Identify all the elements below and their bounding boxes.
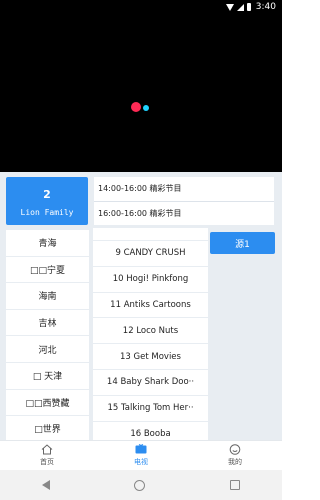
province-item[interactable]: □□西赞藏: [6, 389, 89, 416]
province-list[interactable]: 青海 □□宁夏 海南 吉林 河北 □ 天津 □□西赞藏 □世界: [6, 230, 89, 440]
tv-icon: [135, 444, 147, 454]
recent-apps-icon[interactable]: [229, 480, 240, 490]
province-item[interactable]: 青海: [6, 230, 89, 256]
epg-time: 14:00-16:00: [98, 184, 147, 193]
program-item[interactable]: 9 CANDY CRUSH: [93, 241, 208, 266]
wifi-icon: [225, 3, 234, 11]
tab-mine[interactable]: 我的: [188, 441, 282, 470]
epg-row: 16:00-16:00 精彩节目: [94, 201, 274, 225]
tab-tv[interactable]: 电视: [94, 441, 188, 470]
program-item[interactable]: [93, 228, 208, 240]
epg-list: 14:00-16:00 精彩节目 16:00-16:00 精彩节目: [94, 177, 274, 225]
province-item[interactable]: □□宁夏: [6, 256, 89, 283]
tab-mine-label: 我的: [228, 458, 242, 466]
tab-home[interactable]: 首页: [0, 441, 94, 470]
epg-title: 精彩节目: [149, 184, 182, 193]
program-item[interactable]: 12 Loco Nuts: [93, 318, 208, 344]
tab-home-label: 首页: [40, 458, 54, 466]
program-item[interactable]: 13 Get Movies: [93, 344, 208, 369]
program-item[interactable]: 16 Booba: [93, 421, 208, 440]
tab-tv-label: 电视: [134, 458, 148, 466]
status-bar: 3:40: [0, 0, 282, 14]
program-item[interactable]: 10 Hogi! Pinkfong: [93, 266, 208, 292]
epg-title: 精彩节目: [149, 209, 182, 218]
home-icon: [41, 444, 53, 455]
loading-dot-cyan-icon: [143, 105, 149, 111]
bottom-tab-bar: 首页 电视 我的: [0, 440, 282, 470]
smile-icon: [229, 444, 241, 455]
back-icon[interactable]: [42, 480, 51, 490]
epg-time: 16:00-16:00: [98, 209, 147, 218]
province-item[interactable]: □世界: [6, 416, 89, 440]
province-item[interactable]: 吉林: [6, 309, 89, 336]
province-item[interactable]: 河北: [6, 336, 89, 362]
system-nav-bar: [0, 470, 282, 500]
epg-row: 14:00-16:00 精彩节目: [94, 177, 274, 201]
status-time: 3:40: [255, 2, 276, 12]
current-channel-card[interactable]: 2 Lion Family: [6, 177, 88, 225]
program-item[interactable]: 11 Antiks Cartoons: [93, 292, 208, 318]
province-item[interactable]: 海南: [6, 283, 89, 309]
program-item[interactable]: 15 Talking Tom Her··: [93, 395, 208, 421]
status-icons: [225, 3, 251, 11]
province-item[interactable]: □ 天津: [6, 362, 89, 389]
channel-panel: 2 Lion Family 14:00-16:00 精彩节目 16:00-16:…: [0, 172, 282, 440]
video-player[interactable]: [0, 14, 282, 172]
program-item[interactable]: 14 Baby Shark Doo··: [93, 369, 208, 395]
home-circle-icon[interactable]: [134, 479, 146, 491]
signal-icon: [236, 3, 244, 11]
loading-dot-red-icon: [131, 102, 141, 112]
program-list[interactable]: 9 CANDY CRUSH 10 Hogi! Pinkfong 11 Antik…: [93, 228, 208, 440]
battery-icon: [246, 3, 251, 11]
channel-number: 2: [43, 188, 51, 201]
channel-name: Lion Family: [20, 208, 74, 217]
source-button[interactable]: 源1: [210, 232, 275, 254]
